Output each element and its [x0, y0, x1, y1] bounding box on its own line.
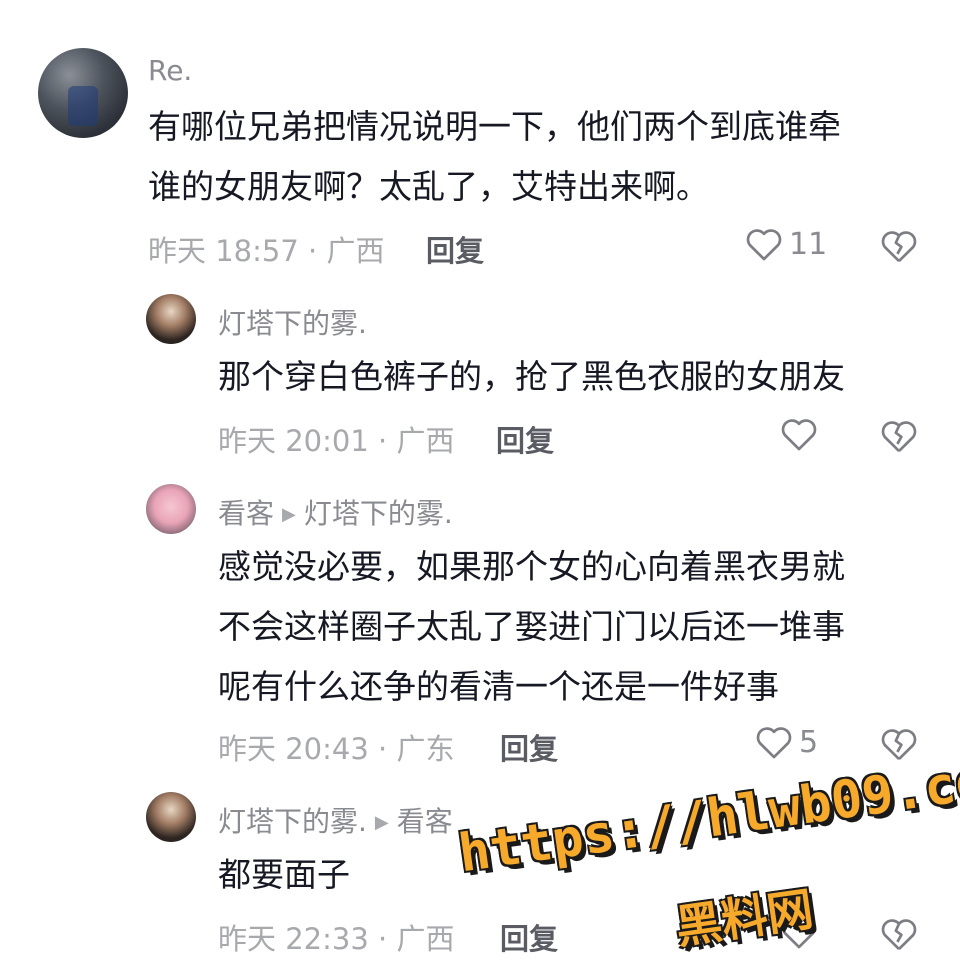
- heart-outline-icon: [745, 226, 783, 262]
- username[interactable]: 灯塔下的雾.: [218, 805, 367, 838]
- comment-text-line-1: 那个穿白色裤子的，抢了黑色衣服的女朋友: [218, 357, 845, 396]
- broken-heart-icon: [880, 916, 918, 952]
- username[interactable]: Re.: [148, 54, 192, 87]
- dislike-button[interactable]: [880, 228, 918, 264]
- dislike-button[interactable]: [880, 916, 918, 952]
- comment-meta: 昨天 18:57 · 广西: [148, 234, 385, 268]
- broken-heart-icon: [880, 228, 918, 264]
- reply-button[interactable]: 回复: [500, 916, 558, 958]
- dislike-button[interactable]: [880, 418, 918, 454]
- play-triangle-icon: ▶: [282, 504, 296, 525]
- like-button[interactable]: 5: [755, 724, 818, 760]
- comment-text-line-2: 不会这样圈子太乱了娶进门门以后还一堆事: [218, 607, 845, 646]
- dislike-button[interactable]: [880, 726, 918, 762]
- comment-text-line-1: 都要面子: [218, 855, 350, 894]
- avatar[interactable]: [38, 48, 128, 138]
- avatar[interactable]: [146, 792, 196, 842]
- comment-meta: 昨天 22:33 · 广西: [218, 922, 455, 956]
- username[interactable]: 看客: [218, 497, 274, 530]
- reply-to-username[interactable]: 看客: [397, 805, 453, 838]
- like-button[interactable]: [780, 416, 818, 452]
- heart-outline-icon: [755, 724, 793, 760]
- comment-text-line-1: 有哪位兄弟把情况说明一下，他们两个到底谁牵: [148, 107, 841, 146]
- reply-to-username[interactable]: 灯塔下的雾.: [304, 497, 453, 530]
- comment-text-line-3: 呢有什么还争的看清一个还是一件好事: [218, 667, 779, 706]
- broken-heart-icon: [880, 726, 918, 762]
- comment-text-line-2: 谁的女朋友啊？太乱了，艾特出来啊。: [148, 167, 709, 206]
- like-button[interactable]: 11: [745, 226, 827, 262]
- like-count: 11: [789, 226, 828, 262]
- username-line: 看客 ▶ 灯塔下的雾.: [218, 492, 453, 532]
- comment-text-line-1: 感觉没必要，如果那个女的心向着黑衣男就: [218, 547, 845, 586]
- like-count: 5: [799, 724, 819, 760]
- comment-meta: 昨天 20:01 · 广西: [218, 424, 455, 458]
- broken-heart-icon: [880, 418, 918, 454]
- reply-button[interactable]: 回复: [426, 228, 484, 270]
- username[interactable]: 灯塔下的雾.: [218, 302, 367, 342]
- play-triangle-icon: ▶: [374, 812, 389, 833]
- comment-meta: 昨天 20:43 · 广东: [218, 732, 455, 766]
- heart-outline-icon: [780, 416, 818, 452]
- username-line: 灯塔下的雾. ▶ 看客: [218, 800, 453, 840]
- like-button[interactable]: [780, 914, 818, 950]
- heart-outline-icon: [780, 914, 818, 950]
- reply-button[interactable]: 回复: [500, 726, 558, 768]
- avatar[interactable]: [146, 294, 196, 344]
- avatar[interactable]: [146, 484, 196, 534]
- reply-button[interactable]: 回复: [496, 418, 554, 460]
